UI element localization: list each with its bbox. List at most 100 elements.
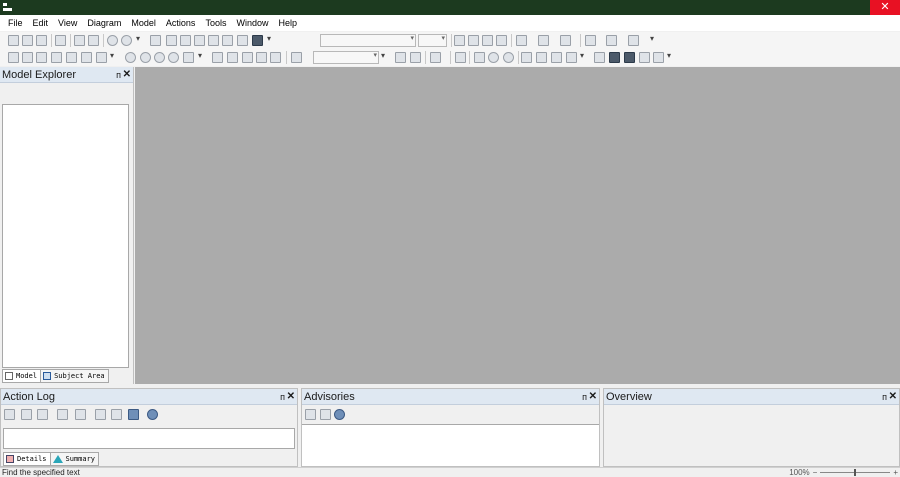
layout-hierarchical-icon[interactable]: [22, 52, 33, 63]
new-icon[interactable]: [8, 35, 19, 46]
model-validate-icon[interactable]: [594, 52, 605, 63]
align-bottom-icon[interactable]: [270, 52, 281, 63]
view-tool-icon[interactable]: [180, 35, 191, 46]
display-level-icon[interactable]: [291, 52, 302, 63]
window-close-button[interactable]: ✕: [870, 0, 900, 15]
rotate-icon[interactable]: [474, 52, 485, 63]
open-icon[interactable]: [22, 35, 33, 46]
zoom-in-button[interactable]: +: [893, 468, 898, 477]
pin-icon[interactable]: ᴨ: [280, 389, 285, 405]
relationship-tool-icon[interactable]: [194, 35, 205, 46]
copy-advisories-icon[interactable]: [320, 409, 331, 420]
menu-help[interactable]: Help: [273, 15, 302, 31]
fill-color-icon[interactable]: [538, 35, 549, 46]
zoom-out-icon[interactable]: [140, 52, 151, 63]
align-right-icon[interactable]: [242, 52, 253, 63]
toolbar-overflow-icon[interactable]: [580, 51, 586, 64]
tab-subject-area[interactable]: Subject Area: [40, 369, 109, 383]
mart-connect-icon[interactable]: [609, 52, 620, 63]
zoom-selection-icon[interactable]: [168, 52, 179, 63]
menu-diagram[interactable]: Diagram: [82, 15, 126, 31]
copy-icon[interactable]: [88, 35, 99, 46]
bring-to-front-icon[interactable]: [395, 52, 406, 63]
menu-view[interactable]: View: [53, 15, 82, 31]
model-tree[interactable]: [2, 104, 129, 368]
undo-icon[interactable]: [107, 35, 118, 46]
identifying-relationship-icon[interactable]: [222, 35, 233, 46]
menu-model[interactable]: Model: [126, 15, 161, 31]
refresh-icon[interactable]: [488, 52, 499, 63]
action-log-list[interactable]: [3, 428, 295, 449]
align-top-icon[interactable]: [256, 52, 267, 63]
options-icon[interactable]: [147, 409, 158, 420]
subtype-tool-icon[interactable]: [208, 35, 219, 46]
bold-icon[interactable]: [454, 35, 465, 46]
pin-icon[interactable]: ᴨ: [582, 389, 587, 405]
mart-headset-icon[interactable]: [624, 52, 635, 63]
clear-advisories-icon[interactable]: [305, 409, 316, 420]
send-to-back-icon[interactable]: [410, 52, 421, 63]
menu-window[interactable]: Window: [231, 15, 273, 31]
pointer-tool-icon[interactable]: [150, 35, 161, 46]
tab-summary[interactable]: Summary: [49, 452, 100, 466]
redo-icon[interactable]: [121, 35, 132, 46]
zoom-in-icon[interactable]: [125, 52, 136, 63]
line-color-icon[interactable]: [560, 35, 571, 46]
zoom-out-button[interactable]: −: [813, 468, 818, 477]
diagram-canvas[interactable]: [135, 67, 900, 384]
save-icon[interactable]: [36, 35, 47, 46]
font-size-combo[interactable]: ▾: [418, 34, 447, 47]
line-style-icon[interactable]: [606, 35, 617, 46]
underline-icon[interactable]: [482, 35, 493, 46]
align-center-icon[interactable]: [227, 52, 238, 63]
find-icon[interactable]: [503, 52, 514, 63]
layout-orthogonal-icon[interactable]: [36, 52, 47, 63]
toolbar-overflow-icon[interactable]: [198, 51, 204, 64]
close-icon[interactable]: ✕: [589, 389, 597, 405]
forward-engineer-icon[interactable]: [521, 52, 532, 63]
font-name-combo[interactable]: ▾: [320, 34, 416, 47]
advisories-list[interactable]: [302, 424, 599, 466]
toolbar-overflow-icon[interactable]: [650, 34, 656, 47]
toolbar-overflow-icon[interactable]: [136, 34, 142, 47]
close-icon[interactable]: ✕: [889, 389, 897, 405]
close-icon[interactable]: ✕: [287, 389, 295, 405]
menu-file[interactable]: File: [3, 15, 28, 31]
distribute-icon[interactable]: [430, 52, 441, 63]
filter-icon[interactable]: [21, 409, 32, 420]
group-icon[interactable]: [455, 52, 466, 63]
collapse-icon[interactable]: [75, 409, 86, 420]
layout-tree-icon[interactable]: [66, 52, 77, 63]
pin-icon[interactable]: ᴨ: [882, 389, 887, 405]
filter-clear-icon[interactable]: [37, 409, 48, 420]
display-level-combo[interactable]: ▾: [313, 51, 379, 64]
mart-sync-icon[interactable]: [639, 52, 650, 63]
print-icon[interactable]: [55, 35, 66, 46]
align-left-icon[interactable]: [212, 52, 223, 63]
pin-tool-icon[interactable]: [252, 35, 263, 46]
menu-edit[interactable]: Edit: [28, 15, 54, 31]
pin-icon[interactable]: ᴨ: [116, 67, 121, 83]
layout-symmetric-icon[interactable]: [81, 52, 92, 63]
zoom-slider[interactable]: [820, 469, 891, 476]
menu-tools[interactable]: Tools: [200, 15, 231, 31]
expand-icon[interactable]: [57, 409, 68, 420]
font-color-icon[interactable]: [516, 35, 527, 46]
mart-check-icon[interactable]: [653, 52, 664, 63]
show-summary-icon[interactable]: [111, 409, 122, 420]
toolbar-overflow-icon[interactable]: [267, 34, 273, 47]
search-log-icon[interactable]: [128, 409, 139, 420]
complete-compare-icon[interactable]: [551, 52, 562, 63]
strikethrough-icon[interactable]: [496, 35, 507, 46]
line-pattern-icon[interactable]: [628, 35, 639, 46]
show-details-icon[interactable]: [95, 409, 106, 420]
advisory-options-icon[interactable]: [334, 409, 345, 420]
layout-incremental-icon[interactable]: [96, 52, 107, 63]
text-block-tool-icon[interactable]: [237, 35, 248, 46]
overview-area[interactable]: [604, 406, 899, 466]
close-icon[interactable]: ✕: [123, 67, 131, 83]
layout-icon[interactable]: [8, 52, 19, 63]
tab-model[interactable]: Model: [2, 369, 42, 383]
report-icon[interactable]: [566, 52, 577, 63]
italic-icon[interactable]: [468, 35, 479, 46]
